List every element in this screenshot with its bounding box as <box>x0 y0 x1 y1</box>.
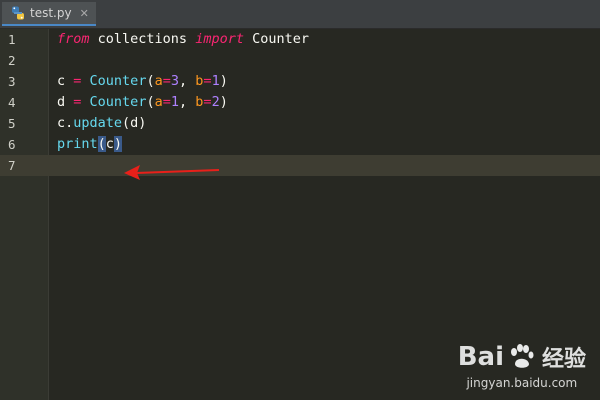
code-line[interactable]: 6 print(c) <box>0 134 600 155</box>
code-token: , <box>179 73 196 89</box>
code-token: c <box>57 73 74 89</box>
line-number: 3 <box>8 74 16 89</box>
code-token: collections <box>89 31 196 47</box>
code-token: 1 <box>170 94 180 110</box>
line-number: 6 <box>8 137 16 152</box>
line-number: 4 <box>8 95 16 110</box>
code-line[interactable]: 7 <box>0 155 600 176</box>
line-code: c.update(d) <box>57 113 146 134</box>
code-token: d <box>57 94 74 110</box>
code-token: import <box>195 31 244 47</box>
code-token: a <box>154 73 163 89</box>
line-code: from collections import Counter <box>57 29 309 50</box>
code-token: (d) <box>122 115 147 131</box>
code-token: Counter <box>89 94 147 110</box>
code-line[interactable]: 1 from collections import Counter <box>0 29 600 50</box>
code-token: update <box>73 115 123 131</box>
code-token: 1 <box>211 73 220 89</box>
code-token: ) <box>219 94 228 110</box>
code-token: c <box>105 136 114 152</box>
code-token: , <box>179 94 196 110</box>
code-line[interactable]: 4 d = Counter(a=1, b=2) <box>0 92 600 113</box>
code-token: ( <box>146 73 155 89</box>
editor-tab-bar: test.py ✕ <box>0 0 600 29</box>
line-code: c = Counter(a=3, b=1) <box>57 71 228 92</box>
code-token: a <box>154 94 163 110</box>
line-number: 7 <box>8 158 16 173</box>
line-number: 2 <box>8 53 16 68</box>
close-tab-icon[interactable]: ✕ <box>80 7 89 20</box>
code-token: = <box>203 73 212 89</box>
python-file-icon <box>11 6 25 20</box>
watermark-logo-left: Bai <box>457 342 504 372</box>
code-token: Counter <box>89 73 147 89</box>
code-token: 3 <box>170 73 180 89</box>
code-line[interactable]: 3c = Counter(a=3, b=1) <box>0 71 600 92</box>
code-line[interactable]: 2 <box>0 50 600 71</box>
code-token: print <box>57 136 98 152</box>
baidu-jingyan-watermark: Bai 经验 jingyan.baidu.com <box>458 340 586 390</box>
paw-icon <box>510 344 534 368</box>
ide-window: test.py ✕ 1 from collections import Count… <box>0 0 600 400</box>
code-token: = <box>203 94 212 110</box>
line-number: 1 <box>8 32 16 47</box>
code-token: = <box>162 94 171 110</box>
code-token: c. <box>57 115 74 131</box>
line-number: 5 <box>8 116 16 131</box>
code-token: ) <box>219 73 228 89</box>
code-token: ( <box>97 136 106 152</box>
code-line[interactable]: 5 c.update(d) <box>0 113 600 134</box>
code-token: = <box>162 73 171 89</box>
code-token: 2 <box>211 94 220 110</box>
line-code: d = Counter(a=1, b=2) <box>57 92 228 113</box>
watermark-logo-right: 经验 <box>541 347 586 372</box>
code-token: ) <box>113 136 123 152</box>
annotation-arrow-icon <box>124 165 220 180</box>
code-token: Counter <box>243 31 309 47</box>
line-code: print(c) <box>57 134 123 155</box>
watermark-url: jingyan.baidu.com <box>466 376 578 390</box>
tab-test-py[interactable]: test.py ✕ <box>2 2 96 26</box>
tab-filename: test.py <box>30 6 72 20</box>
code-token: from <box>57 31 90 47</box>
watermark-logo: Bai 经验 <box>458 340 586 374</box>
code-token: ( <box>146 94 155 110</box>
